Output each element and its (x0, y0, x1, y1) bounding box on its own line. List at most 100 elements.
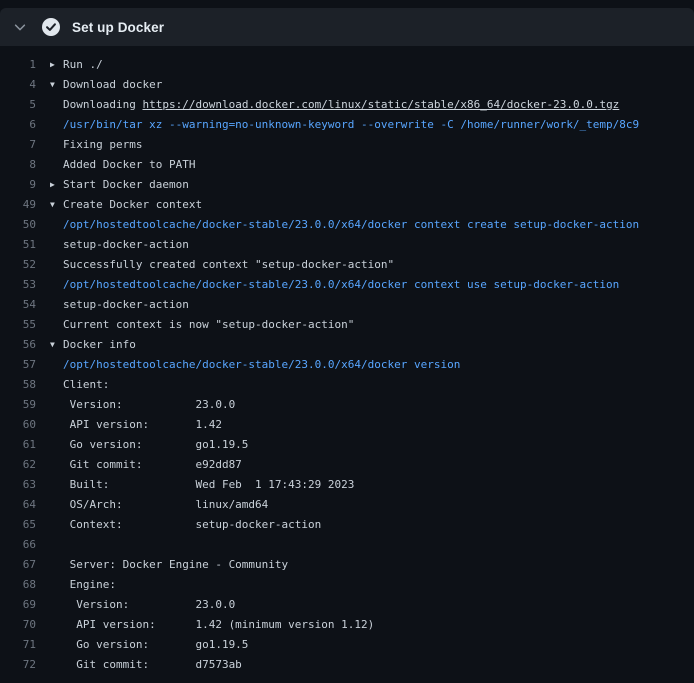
line-content: Version: 23.0.0 (50, 398, 694, 411)
line-number[interactable]: 50 (0, 218, 50, 231)
log-line: 8 Added Docker to PATH (0, 154, 694, 174)
log-line: 69 Version: 23.0.0 (0, 594, 694, 614)
line-number[interactable]: 63 (0, 478, 50, 491)
line-content: Engine: (50, 578, 694, 591)
line-content: API version: 1.42 (minimum version 1.12) (50, 618, 694, 631)
log-text: OS/Arch: linux/amd64 (63, 498, 268, 511)
line-number[interactable]: 6 (0, 118, 50, 131)
line-number[interactable]: 55 (0, 318, 50, 331)
group-expanded-icon[interactable]: ▼ (50, 200, 63, 209)
log-text: Successfully created context "setup-dock… (63, 258, 394, 271)
line-number[interactable]: 5 (0, 98, 50, 111)
log-line: 55Current context is now "setup-docker-a… (0, 314, 694, 334)
log-line: 49▼Create Docker context (0, 194, 694, 214)
line-number[interactable]: 58 (0, 378, 50, 391)
log-line: 50/opt/hostedtoolcache/docker-stable/23.… (0, 214, 694, 234)
group-collapsed-icon[interactable]: ▶ (50, 60, 63, 69)
log-line: 62 Git commit: e92dd87 (0, 454, 694, 474)
log-line: 63 Built: Wed Feb 1 17:43:29 2023 (0, 474, 694, 494)
log-line: 64 OS/Arch: linux/amd64 (0, 494, 694, 514)
line-number[interactable]: 53 (0, 278, 50, 291)
line-content: API version: 1.42 (50, 418, 694, 431)
log-command-text: /opt/hostedtoolcache/docker-stable/23.0.… (63, 278, 619, 291)
line-number[interactable]: 67 (0, 558, 50, 571)
line-content: Go version: go1.19.5 (50, 638, 694, 651)
line-content: Successfully created context "setup-dock… (50, 258, 694, 271)
line-content: /opt/hostedtoolcache/docker-stable/23.0.… (50, 278, 694, 291)
step-title: Set up Docker (72, 20, 164, 35)
line-content: OS/Arch: linux/amd64 (50, 498, 694, 511)
log-lines: 1▶Run ./4▼Download docker5Downloading ht… (0, 46, 694, 683)
line-number[interactable]: 51 (0, 238, 50, 251)
check-circle-icon (42, 18, 60, 36)
log-line: 59 Version: 23.0.0 (0, 394, 694, 414)
log-line: 58Client: (0, 374, 694, 394)
log-line: 5 Downloading https://download.docker.com… (0, 94, 694, 114)
line-content: Built: Wed Feb 1 17:43:29 2023 (50, 478, 694, 491)
log-text: Go version: go1.19.5 (63, 438, 248, 451)
log-text: Version: 23.0.0 (63, 598, 235, 611)
chevron-down-icon[interactable] (12, 19, 28, 35)
line-content: Git commit: d7573ab (50, 658, 694, 671)
line-number[interactable]: 8 (0, 158, 50, 171)
line-content: /opt/hostedtoolcache/docker-stable/23.0.… (50, 358, 694, 371)
line-number[interactable]: 49 (0, 198, 50, 211)
line-content: ▶Start Docker daemon (50, 178, 694, 191)
line-number[interactable]: 72 (0, 658, 50, 671)
line-number[interactable]: 60 (0, 418, 50, 431)
line-number[interactable]: 66 (0, 538, 50, 551)
line-number[interactable]: 56 (0, 338, 50, 351)
check-circle-icon-svg (42, 18, 60, 36)
log-line: 65 Context: setup-docker-action (0, 514, 694, 534)
line-number[interactable]: 70 (0, 618, 50, 631)
line-number[interactable]: 1 (0, 58, 50, 71)
line-number[interactable]: 4 (0, 78, 50, 91)
line-number[interactable]: 52 (0, 258, 50, 271)
log-text: Downloading (63, 98, 142, 111)
log-text: Built: Wed Feb 1 17:43:29 2023 (63, 478, 354, 491)
line-content: Client: (50, 378, 694, 391)
log-line: 66 (0, 534, 694, 554)
log-text: Version: 23.0.0 (63, 398, 235, 411)
log-text: Context: setup-docker-action (63, 518, 321, 531)
log-line: 70 API version: 1.42 (minimum version 1.… (0, 614, 694, 634)
line-number[interactable]: 54 (0, 298, 50, 311)
line-content: Server: Docker Engine - Community (50, 558, 694, 571)
log-text: Fixing perms (63, 138, 142, 151)
line-number[interactable]: 57 (0, 358, 50, 371)
log-command-text: /opt/hostedtoolcache/docker-stable/23.0.… (63, 358, 460, 371)
line-number[interactable]: 68 (0, 578, 50, 591)
line-content: Go version: go1.19.5 (50, 438, 694, 451)
line-number[interactable]: 59 (0, 398, 50, 411)
group-expanded-icon[interactable]: ▼ (50, 80, 63, 89)
log-line: 57/opt/hostedtoolcache/docker-stable/23.… (0, 354, 694, 374)
step-header[interactable]: Set up Docker (0, 8, 694, 46)
log-text: API version: 1.42 (minimum version 1.12) (63, 618, 374, 631)
log-line: 9▶Start Docker daemon (0, 174, 694, 194)
line-number[interactable]: 7 (0, 138, 50, 151)
line-number[interactable]: 65 (0, 518, 50, 531)
line-number[interactable]: 64 (0, 498, 50, 511)
log-line: 71 Go version: go1.19.5 (0, 634, 694, 654)
line-content: ▼Docker info (50, 338, 694, 351)
group-expanded-icon[interactable]: ▼ (50, 340, 63, 349)
line-number[interactable]: 61 (0, 438, 50, 451)
log-text: Start Docker daemon (63, 178, 189, 191)
log-text: Download docker (63, 78, 162, 91)
line-content: ▶Run ./ (50, 58, 694, 71)
log-text: API version: 1.42 (63, 418, 222, 431)
line-content: /opt/hostedtoolcache/docker-stable/23.0.… (50, 218, 694, 231)
line-number[interactable]: 9 (0, 178, 50, 191)
log-command-text: /opt/hostedtoolcache/docker-stable/23.0.… (63, 218, 639, 231)
line-number[interactable]: 62 (0, 458, 50, 471)
line-content: setup-docker-action (50, 238, 694, 251)
log-text: Git commit: e92dd87 (63, 458, 242, 471)
log-text: Added Docker to PATH (63, 158, 195, 171)
chevron-down-icon-svg (13, 20, 27, 34)
line-number[interactable]: 69 (0, 598, 50, 611)
log-text: Engine: (63, 578, 116, 591)
line-number[interactable]: 71 (0, 638, 50, 651)
log-line: 6/usr/bin/tar xz --warning=no-unknown-ke… (0, 114, 694, 134)
log-link[interactable]: https://download.docker.com/linux/static… (142, 98, 619, 111)
group-collapsed-icon[interactable]: ▶ (50, 180, 63, 189)
